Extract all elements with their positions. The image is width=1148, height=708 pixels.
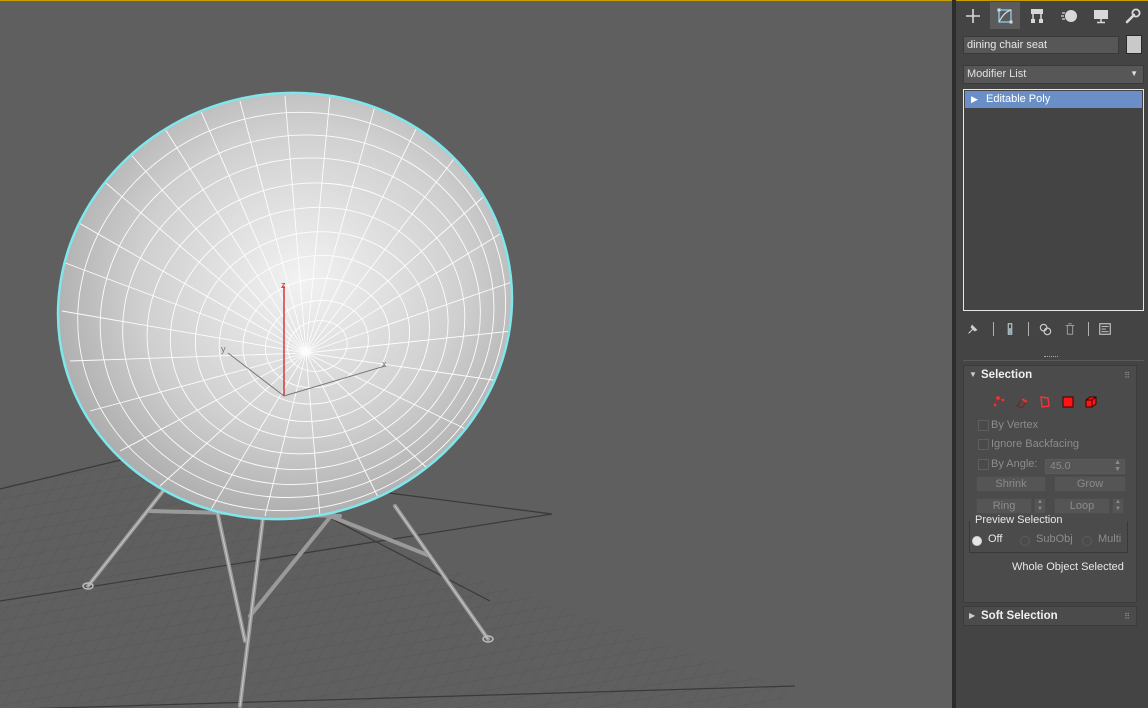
soft-selection-rollout[interactable]: ▶ Soft Selection ⠿ bbox=[963, 606, 1137, 626]
ignore-backfacing-checkbox[interactable] bbox=[978, 439, 989, 450]
gizmo-x-label: x bbox=[382, 359, 387, 369]
ring-button[interactable]: Ring bbox=[976, 498, 1032, 514]
polygon-icon[interactable] bbox=[1060, 394, 1076, 410]
trash-icon bbox=[1065, 323, 1075, 335]
modifier-stack-item-editable-poly[interactable]: ▶ Editable Poly bbox=[965, 91, 1142, 108]
stack-toolbar-separator bbox=[1088, 322, 1089, 336]
make-unique-icon bbox=[1039, 323, 1051, 335]
drag-grip-icon[interactable]: ⠿ bbox=[1124, 371, 1130, 380]
modifier-list-dropdown[interactable]: Modifier List ▼ bbox=[963, 65, 1144, 84]
loop-spinner[interactable]: ▲ ▼ bbox=[1112, 498, 1124, 514]
motion-tab[interactable] bbox=[1054, 2, 1084, 29]
viewport-scene[interactable]: z y x bbox=[0, 1, 952, 708]
preview-selection-label: Preview Selection bbox=[974, 514, 1064, 526]
object-name-input[interactable] bbox=[963, 36, 1119, 54]
preview-subobj-label: SubObj bbox=[1036, 533, 1073, 545]
expand-triangle-icon[interactable]: ▶ bbox=[969, 611, 975, 620]
by-angle-value: 45.0 bbox=[1050, 460, 1071, 472]
stack-toolbar-separator bbox=[993, 322, 994, 336]
stack-toolbar-separator bbox=[1028, 322, 1029, 336]
by-angle-checkbox[interactable] bbox=[978, 459, 989, 470]
element-icon[interactable] bbox=[1083, 394, 1099, 410]
hierarchy-tab[interactable] bbox=[1022, 2, 1052, 29]
by-angle-spinner[interactable]: 45.0 ▲ ▼ bbox=[1045, 459, 1125, 474]
make-unique-button[interactable] bbox=[1037, 321, 1053, 337]
plus-icon bbox=[966, 8, 980, 23]
show-end-result-icon bbox=[1007, 323, 1013, 335]
ignore-backfacing-label: Ignore Backfacing bbox=[991, 438, 1080, 450]
utilities-tab[interactable] bbox=[1118, 2, 1148, 29]
loop-button[interactable]: Loop bbox=[1054, 498, 1110, 514]
expand-triangle-icon[interactable]: ▶ bbox=[971, 91, 978, 108]
drag-grip-icon[interactable]: ⠿ bbox=[1124, 612, 1130, 621]
pin-stack-button[interactable] bbox=[965, 321, 981, 337]
by-vertex-label: By Vertex bbox=[991, 419, 1039, 431]
modify-tab[interactable] bbox=[990, 2, 1020, 29]
preview-multi-label: Multi bbox=[1098, 533, 1122, 545]
object-color-swatch[interactable] bbox=[1126, 35, 1142, 54]
selection-rollout: ▼ Selection ⠿ By Vertex Ignore Backfacin… bbox=[963, 365, 1137, 603]
perspective-viewport[interactable]: z y x bbox=[0, 0, 952, 708]
by-vertex-checkbox[interactable] bbox=[978, 420, 989, 431]
configure-modifier-sets-button[interactable] bbox=[1097, 321, 1113, 337]
dropdown-arrow-icon: ▼ bbox=[1130, 69, 1138, 78]
shrink-button[interactable]: Shrink bbox=[976, 476, 1046, 492]
show-end-result-button[interactable] bbox=[1002, 321, 1018, 337]
border-icon[interactable] bbox=[1037, 394, 1053, 410]
spinner-arrows-icon[interactable]: ▲ ▼ bbox=[1114, 459, 1121, 473]
ring-spinner[interactable]: ▲ ▼ bbox=[1034, 498, 1046, 514]
motion-icon bbox=[1061, 9, 1077, 22]
create-tab[interactable] bbox=[958, 2, 988, 29]
modifier-stack-item-label: Editable Poly bbox=[986, 93, 1051, 105]
remove-modifier-button[interactable] bbox=[1062, 321, 1078, 337]
hierarchy-icon bbox=[1031, 8, 1043, 23]
collapse-triangle-icon[interactable]: ▼ bbox=[969, 370, 977, 379]
edge-icon[interactable] bbox=[1014, 394, 1030, 410]
display-icon bbox=[1094, 9, 1108, 23]
command-panel-tabs bbox=[956, 2, 1148, 29]
preview-multi-radio[interactable] bbox=[1082, 536, 1092, 546]
vertex-icon[interactable] bbox=[991, 394, 1007, 410]
command-panel: Modifier List ▼ ▶ Editable Poly ▼ Select… bbox=[956, 0, 1148, 708]
gizmo-z-label: z bbox=[281, 280, 286, 290]
modifier-list-label: Modifier List bbox=[967, 68, 1027, 80]
modifier-stack[interactable]: ▶ Editable Poly bbox=[963, 89, 1144, 311]
soft-selection-rollout-title[interactable]: Soft Selection bbox=[981, 610, 1058, 622]
modify-icon bbox=[997, 8, 1013, 23]
pin-icon bbox=[968, 324, 978, 334]
preview-subobj-radio[interactable] bbox=[1020, 536, 1030, 546]
preview-off-label: Off bbox=[988, 533, 1003, 545]
panel-divider bbox=[963, 360, 1144, 361]
grow-button[interactable]: Grow bbox=[1054, 476, 1126, 492]
gizmo-y-label: y bbox=[221, 344, 226, 354]
configure-icon bbox=[1099, 323, 1111, 335]
wrench-icon bbox=[1125, 8, 1141, 23]
by-angle-label: By Angle: bbox=[991, 458, 1038, 470]
preview-off-radio[interactable] bbox=[972, 536, 982, 546]
selection-status: Whole Object Selected bbox=[1012, 561, 1124, 573]
selection-rollout-title[interactable]: Selection bbox=[981, 369, 1032, 381]
display-tab[interactable] bbox=[1086, 2, 1116, 29]
